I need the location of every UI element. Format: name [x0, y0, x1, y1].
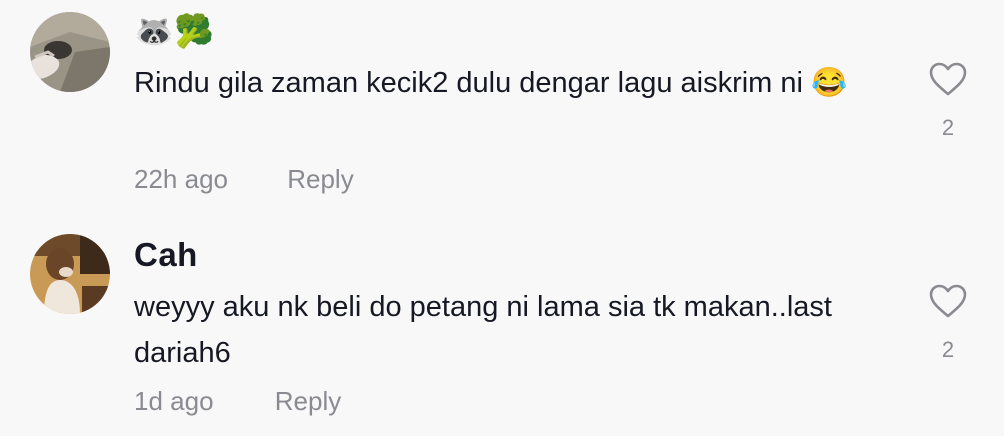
like-button[interactable]: 2: [928, 62, 968, 141]
comment-timestamp: 1d ago: [134, 386, 214, 416]
heart-outline-icon[interactable]: [929, 62, 967, 96]
like-count: 2: [941, 337, 955, 362]
like-count: 2: [941, 115, 955, 140]
like-button[interactable]: 2: [928, 284, 968, 363]
comment-meta: 22h ago Reply: [134, 164, 354, 195]
comment-item: Cah weyyy aku nk beli do petang ni lama …: [0, 222, 1004, 436]
username[interactable]: 🦝🥦: [134, 12, 215, 50]
username[interactable]: Cah: [134, 236, 198, 274]
avatar[interactable]: [30, 234, 110, 314]
comment-text: Rindu gila zaman kecik2 dulu dengar lagu…: [134, 67, 848, 99]
comment-meta: 1d ago Reply: [134, 386, 341, 417]
heart-outline-icon[interactable]: [929, 284, 967, 318]
comment-text: weyyy aku nk beli do petang ni lama sia …: [134, 291, 832, 369]
reply-button[interactable]: Reply: [275, 386, 341, 417]
comment-timestamp: 22h ago: [134, 164, 228, 194]
reply-button[interactable]: Reply: [287, 164, 353, 195]
avatar[interactable]: [30, 12, 110, 92]
comment-item: 🦝🥦 Rindu gila zaman kecik2 dulu dengar l…: [0, 0, 1004, 218]
